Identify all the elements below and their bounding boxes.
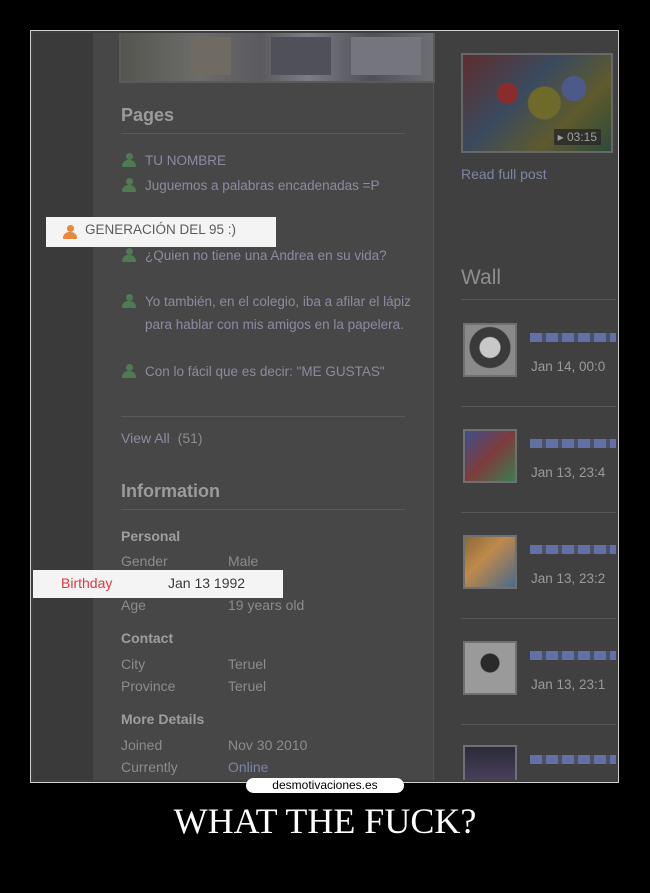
page-item-colegio[interactable]: Yo también, en el colegio, iba a afilar … (121, 290, 421, 336)
wall-title: Wall (461, 266, 502, 289)
avatar[interactable] (463, 535, 517, 589)
wall-divider (461, 724, 616, 725)
wall-post-date: Jan 13, 23:1 (531, 677, 606, 692)
wall-post-author[interactable] (530, 651, 616, 660)
avatar[interactable] (463, 323, 517, 377)
wall-divider (461, 618, 616, 619)
page-icon (62, 225, 78, 239)
currently-value[interactable]: Online (228, 759, 268, 775)
information-divider (121, 509, 405, 510)
highlighted-page-label: GENERACIÓN DEL 95 :) (85, 222, 237, 237)
highlighted-birthday-row: Birthday Jan 13 1992 (33, 570, 283, 598)
city-value: Teruel (228, 656, 267, 672)
province-value: Teruel (228, 678, 267, 694)
avatar[interactable] (463, 745, 517, 780)
poster-caption: WHAT THE FUCK? (173, 801, 477, 841)
avatar[interactable] (463, 429, 517, 483)
demotivational-poster: Pages TU NOMBRE Juguemos a palabras enca… (0, 0, 650, 893)
page-item-juguemos[interactable]: Juguemos a palabras encadenadas =P (121, 174, 421, 197)
page-item-label: Con lo fácil que es decir: "ME GUSTAS" (145, 364, 385, 379)
pages-divider (121, 133, 405, 134)
city-label: City (121, 656, 146, 672)
wall-post-author[interactable] (530, 439, 616, 448)
gender-label: Gender (121, 553, 168, 569)
page-item-label: Juguemos a palabras encadenadas =P (145, 178, 380, 193)
wall-divider (461, 406, 616, 407)
video-thumbnail[interactable]: ▸ 03:15 (461, 53, 613, 153)
information-title: Information (121, 481, 220, 501)
profile-top-image (119, 33, 435, 83)
page-icon (121, 248, 137, 262)
page-icon (121, 153, 137, 167)
currently-label: Currently (121, 759, 178, 775)
view-all-label: View All (121, 430, 170, 446)
wall-post-date: Jan 14, 00:0 (531, 359, 606, 374)
site-watermark: desmotivaciones.es (246, 778, 404, 793)
personal-heading: Personal (121, 528, 181, 544)
wall-post-date: Jan 13, 23:4 (531, 465, 606, 480)
read-full-post-link[interactable]: Read full post (461, 166, 547, 182)
wall-post-author[interactable] (530, 333, 616, 342)
wall-post-date: Jan 13, 23:2 (531, 571, 606, 586)
page-item-tu-nombre[interactable]: TU NOMBRE (121, 149, 421, 172)
birthday-label: Birthday (61, 575, 113, 591)
wall-post-author[interactable] (530, 545, 616, 554)
birthday-value: Jan 13 1992 (168, 575, 246, 591)
wall-post-author[interactable] (530, 755, 616, 764)
view-all-count: (51) (177, 430, 203, 446)
page-item-andrea[interactable]: ¿Quien no tiene una Andrea en su vida? (121, 244, 421, 267)
profile-screenshot: Pages TU NOMBRE Juguemos a palabras enca… (33, 33, 616, 780)
view-all-link[interactable]: View All (51) (121, 430, 203, 446)
more-details-heading: More Details (121, 711, 205, 727)
wall-divider (461, 512, 616, 513)
joined-label: Joined (121, 737, 163, 753)
contact-heading: Contact (121, 630, 174, 646)
province-label: Province (121, 678, 176, 694)
age-label: Age (121, 597, 146, 613)
joined-value: Nov 30 2010 (228, 737, 308, 753)
page-icon (121, 294, 137, 308)
page-item-label: ¿Quien no tiene una Andrea en su vida? (145, 248, 387, 263)
page-icon (121, 364, 137, 378)
age-value: 19 years old (228, 597, 305, 613)
pages-bottom-divider (121, 416, 405, 417)
pages-title: Pages (121, 105, 175, 125)
wall-divider (461, 299, 616, 300)
profile-left-column: Pages TU NOMBRE Juguemos a palabras enca… (33, 33, 435, 780)
page-item-label: Yo también, en el colegio, iba a afilar … (145, 294, 411, 332)
avatar[interactable] (463, 641, 517, 695)
page-item-me-gustas[interactable]: Con lo fácil que es decir: "ME GUSTAS" (121, 360, 421, 383)
page-item-label: TU NOMBRE (145, 153, 226, 168)
page-icon (121, 178, 137, 192)
photo-frame: Pages TU NOMBRE Juguemos a palabras enca… (30, 30, 619, 783)
video-duration: ▸ 03:15 (553, 129, 601, 145)
gender-value: Male (228, 553, 259, 569)
highlighted-page-item[interactable]: GENERACIÓN DEL 95 :) (46, 217, 276, 247)
